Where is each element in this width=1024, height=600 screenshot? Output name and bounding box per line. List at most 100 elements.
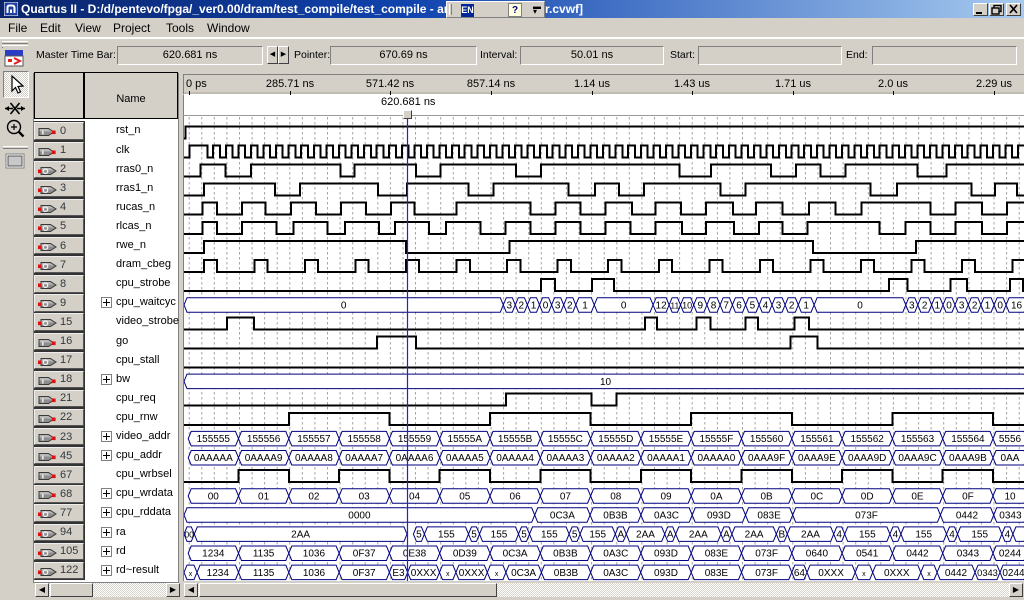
svg-text:2: 2: [922, 300, 928, 311]
svg-text:0442: 0442: [956, 510, 979, 521]
svg-text:15555B: 15555B: [498, 434, 533, 445]
svg-text:00: 00: [208, 491, 220, 502]
svg-text:0XXX: 0XXX: [459, 568, 485, 579]
svg-text:0AAAA6: 0AAAA6: [396, 453, 434, 464]
svg-text:0: 0: [341, 300, 347, 311]
svg-text:15555A: 15555A: [448, 434, 483, 445]
svg-text:1036: 1036: [303, 549, 326, 560]
svg-text:0343: 0343: [977, 568, 998, 578]
svg-text:0A3C: 0A3C: [654, 510, 679, 521]
svg-text:A: A: [667, 530, 674, 541]
svg-text:155561: 155561: [800, 434, 834, 445]
svg-text:0AAAA0: 0AAAA0: [697, 453, 735, 464]
svg-text:06: 06: [510, 491, 522, 502]
svg-text:10: 10: [682, 300, 692, 310]
svg-text:0AAA9F: 0AAA9F: [748, 453, 785, 464]
svg-text:03: 03: [359, 491, 371, 502]
svg-text:4: 4: [836, 530, 842, 541]
svg-text:0: 0: [543, 300, 549, 311]
svg-text:0AAAA7: 0AAAA7: [345, 453, 383, 464]
svg-text:05: 05: [459, 491, 471, 502]
svg-text:155563: 155563: [901, 434, 935, 445]
svg-text:0E38: 0E38: [403, 549, 427, 560]
svg-text:12: 12: [656, 300, 668, 311]
svg-text:0AAAA9: 0AAAA9: [245, 453, 283, 464]
svg-text:155558: 155558: [348, 434, 382, 445]
svg-text:0A: 0A: [710, 491, 723, 502]
svg-text:5: 5: [471, 530, 477, 541]
svg-text:x: x: [862, 571, 866, 578]
svg-text:0B3B: 0B3B: [603, 510, 628, 521]
svg-text:0XXX: 0XXX: [884, 568, 910, 579]
svg-text:10: 10: [1004, 491, 1016, 502]
svg-text:1: 1: [985, 300, 991, 311]
svg-text:155: 155: [859, 530, 876, 541]
svg-text:2: 2: [567, 300, 573, 311]
svg-text:155556: 155556: [247, 434, 281, 445]
svg-text:1234: 1234: [202, 549, 225, 560]
svg-text:155: 155: [491, 530, 508, 541]
svg-text:07: 07: [560, 491, 572, 502]
svg-text:3: 3: [507, 300, 513, 311]
svg-text:155559: 155559: [398, 434, 432, 445]
svg-text:0: 0: [997, 300, 1003, 311]
svg-text:9: 9: [698, 300, 704, 311]
svg-text:0343: 0343: [957, 549, 980, 560]
svg-text:11: 11: [670, 300, 679, 310]
svg-text:15555F: 15555F: [699, 434, 733, 445]
svg-text:083E: 083E: [705, 549, 729, 560]
svg-text:1: 1: [582, 300, 588, 311]
svg-text:02: 02: [308, 491, 320, 502]
svg-text:155555: 155555: [197, 434, 231, 445]
svg-text:0AAAA3: 0AAAA3: [546, 453, 584, 464]
svg-text:3: 3: [555, 300, 561, 311]
svg-text:0D: 0D: [861, 491, 874, 502]
svg-text:0A3C: 0A3C: [603, 549, 628, 560]
svg-text:0C3A: 0C3A: [503, 549, 528, 560]
svg-text:5: 5: [416, 530, 422, 541]
svg-text:5556: 5556: [999, 434, 1022, 445]
svg-text:0AAA9C: 0AAA9C: [898, 453, 936, 464]
svg-text:0C3A: 0C3A: [550, 510, 575, 521]
svg-text:0AAA9B: 0AAA9B: [949, 453, 987, 464]
svg-text:5: 5: [521, 530, 527, 541]
svg-text:093D: 093D: [654, 568, 678, 579]
svg-text:1: 1: [531, 300, 537, 311]
svg-text:073F: 073F: [755, 568, 778, 579]
svg-text:155560: 155560: [750, 434, 784, 445]
svg-text:00: 00: [184, 530, 194, 540]
svg-text:2: 2: [789, 300, 795, 311]
svg-text:0AAAA2: 0AAAA2: [597, 453, 635, 464]
svg-text:0AAAA1: 0AAAA1: [647, 453, 685, 464]
svg-text:x: x: [927, 571, 931, 578]
svg-text:1036: 1036: [303, 568, 326, 579]
svg-text:0AAAA8: 0AAAA8: [295, 453, 333, 464]
svg-text:10: 10: [600, 377, 612, 388]
svg-text:155: 155: [971, 530, 988, 541]
svg-text:8: 8: [711, 300, 717, 311]
svg-text:0442: 0442: [906, 549, 929, 560]
svg-text:4: 4: [1005, 530, 1011, 541]
svg-text:x: x: [495, 571, 499, 578]
svg-text:155: 155: [541, 530, 558, 541]
svg-text:0AAAA4: 0AAAA4: [496, 453, 534, 464]
svg-text:155: 155: [589, 530, 606, 541]
svg-text:64: 64: [794, 568, 806, 579]
svg-text:0XXX: 0XXX: [818, 568, 844, 579]
svg-text:15555E: 15555E: [649, 434, 684, 445]
svg-text:0000: 0000: [348, 510, 371, 521]
svg-text:6: 6: [736, 300, 742, 311]
svg-text:04: 04: [409, 491, 421, 502]
svg-text:0541: 0541: [856, 549, 879, 560]
svg-text:A: A: [723, 530, 730, 541]
svg-text:1: 1: [935, 300, 941, 311]
svg-text:1: 1: [803, 300, 809, 311]
svg-text:15555D: 15555D: [598, 434, 633, 445]
svg-text:155564: 155564: [951, 434, 985, 445]
svg-text:B: B: [778, 530, 785, 541]
svg-text:4: 4: [893, 530, 899, 541]
svg-text:0C3A: 0C3A: [511, 568, 536, 579]
svg-text:0D39: 0D39: [453, 549, 477, 560]
svg-text:155557: 155557: [297, 434, 331, 445]
svg-text:083E: 083E: [705, 568, 729, 579]
